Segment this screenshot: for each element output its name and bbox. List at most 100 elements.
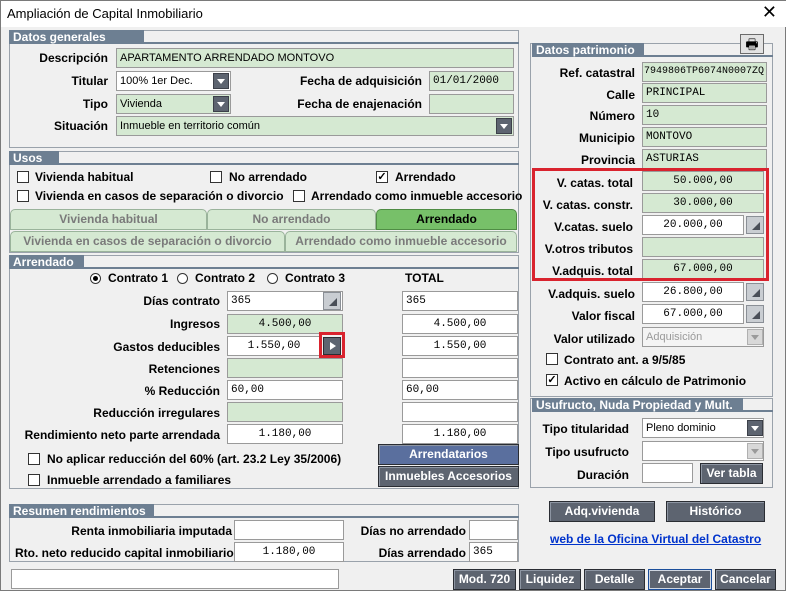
arrendatarios-button[interactable]: Arrendatarios	[378, 444, 519, 465]
window-title: Ampliación de Capital Inmobiliario	[7, 6, 203, 21]
ref-catastral-field[interactable]: 7949806TP6074N0007ZQ	[642, 62, 767, 82]
historico-button[interactable]: Histórico	[666, 501, 765, 522]
dias-no-arrendado-label: Días no arrendado	[360, 524, 466, 538]
detalle-button[interactable]: Detalle	[584, 569, 645, 590]
printer-icon[interactable]: 🖶	[740, 34, 764, 54]
dias-no-arrendado-field	[469, 520, 518, 540]
reduccion-total: 60,00	[402, 380, 518, 400]
vivienda-habitual-checkbox[interactable]	[17, 171, 29, 183]
contrato2-label: Contrato 2	[195, 271, 255, 285]
calc-icon[interactable]	[746, 283, 764, 301]
tab-vivienda-habitual[interactable]: Vivienda habitual	[10, 209, 207, 230]
liquidez-button[interactable]: Liquidez	[519, 569, 581, 590]
close-icon[interactable]: ✕	[762, 2, 777, 23]
no-aplicar-reduccion-checkbox[interactable]	[28, 453, 40, 465]
valor-fiscal-field[interactable]: 67.000,00	[642, 304, 744, 324]
datos-generales-header: Datos generales	[9, 30, 144, 44]
valor-fiscal-label: Valor fiscal	[571, 309, 635, 323]
ingresos-field[interactable]: 4.500,00	[227, 314, 343, 334]
mod720-button[interactable]: Mod. 720	[453, 569, 516, 590]
chevron-down-icon[interactable]	[747, 443, 763, 459]
activo-patrimonio-checkbox[interactable]: ✓	[546, 374, 558, 386]
header-line	[154, 516, 519, 518]
gastos-deducibles-total: 1.550,00	[402, 336, 518, 356]
calle-field[interactable]: PRINCIPAL	[642, 83, 767, 103]
calc-icon[interactable]	[323, 292, 341, 310]
tab-arrendado-accesorio[interactable]: Arrendado como inmueble accesorio	[285, 231, 517, 252]
rendimiento-neto-label: Rendimiento neto parte arrendada	[24, 428, 220, 442]
retenciones-label: Retenciones	[148, 362, 220, 376]
reduccion-field[interactable]: 60,00	[227, 380, 343, 400]
fecha-adquisicion-field[interactable]: 01/01/2000	[429, 71, 514, 91]
reduccion-label: % Reducción	[144, 384, 220, 398]
retenciones-field[interactable]	[227, 358, 343, 378]
inmueble-familiares-checkbox[interactable]	[28, 474, 40, 486]
contrato1-radio[interactable]	[90, 273, 101, 284]
descripcion-field[interactable]: APARTAMENTO ARRENDADO MONTOVO	[116, 48, 514, 68]
aceptar-button[interactable]: Aceptar	[648, 569, 712, 590]
reduccion-irregulares-field[interactable]	[227, 402, 343, 422]
total-label: TOTAL	[405, 271, 444, 285]
situacion-select[interactable]: Inmueble en territorio común	[116, 116, 514, 136]
fecha-adquisicion-label: Fecha de adquisición	[299, 74, 422, 88]
status-field	[11, 569, 339, 589]
rendimiento-neto-total: 1.180,00	[402, 424, 518, 444]
situacion-label: Situación	[53, 119, 108, 133]
no-arrendado-check-label: No arrendado	[229, 170, 308, 184]
valor-utilizado-select[interactable]: Adquisición	[642, 327, 764, 347]
fecha-enajenacion-label: Fecha de enajenación	[297, 97, 422, 111]
fecha-enajenacion-field[interactable]	[429, 94, 514, 114]
chevron-down-icon[interactable]	[213, 96, 229, 112]
no-arrendado-checkbox[interactable]	[210, 171, 222, 183]
calc-icon[interactable]	[746, 305, 764, 323]
cancelar-button[interactable]: Cancelar	[715, 569, 776, 590]
dias-arrendado-label: Días arrendado	[378, 546, 466, 560]
tipo-usufructo-label: Tipo usufructo	[545, 445, 629, 459]
ver-tabla-button[interactable]: Ver tabla	[700, 463, 763, 484]
contrato-ant-checkbox[interactable]	[546, 353, 558, 365]
header-line	[743, 410, 773, 412]
contrato-ant-label: Contrato ant. a 9/5/85	[564, 353, 686, 367]
reduccion-irregulares-total	[402, 402, 518, 422]
title-bar: Ampliación de Capital Inmobiliario ✕	[1, 1, 786, 27]
municipio-label: Municipio	[579, 131, 635, 145]
contrato3-label: Contrato 3	[285, 271, 345, 285]
chevron-down-icon[interactable]	[747, 329, 763, 345]
ingresos-total: 4.500,00	[402, 314, 518, 334]
arrendado-accesorio-checkbox[interactable]	[293, 190, 305, 202]
separacion-divorcio-checkbox[interactable]	[17, 190, 29, 202]
numero-field[interactable]: 10	[642, 105, 767, 125]
contrato3-radio[interactable]	[267, 273, 278, 284]
chevron-down-icon[interactable]	[496, 118, 512, 134]
adq-vivienda-button[interactable]: Adq.vivienda	[549, 501, 655, 522]
tipo-usufructo-select[interactable]	[642, 441, 764, 461]
duracion-field[interactable]	[642, 463, 693, 483]
rto-neto-label: Rto. neto reducido capital inmobiliario	[15, 546, 234, 560]
chevron-down-icon[interactable]	[213, 73, 229, 89]
renta-imputada-field	[234, 520, 344, 540]
dias-contrato-total: 365	[402, 291, 518, 311]
calle-label: Calle	[606, 88, 635, 102]
highlight-box	[319, 332, 345, 358]
tipo-titularidad-select[interactable]: Pleno dominio	[642, 418, 764, 438]
catastro-link[interactable]: web de la Oficina Virtual del Catastro	[550, 532, 761, 546]
resumen-header: Resumen rendimientos	[9, 504, 154, 518]
tab-no-arrendado[interactable]: No arrendado	[207, 209, 376, 230]
header-line	[59, 163, 519, 165]
descripcion-label: Descripción	[39, 51, 108, 65]
retenciones-total	[402, 358, 518, 378]
tab-separacion-divorcio[interactable]: Vivienda en casos de separación o divorc…	[10, 231, 285, 252]
gastos-deducibles-field[interactable]: 1.550,00	[227, 336, 321, 356]
municipio-field[interactable]: MONTOVO	[642, 127, 767, 147]
tab-arrendado[interactable]: Arrendado	[376, 209, 517, 230]
vadquis-suelo-field[interactable]: 26.800,00	[642, 282, 744, 302]
provincia-field[interactable]: ASTURIAS	[642, 149, 767, 169]
usufructo-header: Usufructo, Nuda Propiedad y Mult.	[532, 398, 743, 412]
chevron-down-icon[interactable]	[747, 420, 763, 436]
arrendado-checkbox[interactable]: ✓	[376, 171, 388, 183]
contrato2-radio[interactable]	[177, 273, 188, 284]
reduccion-irregulares-label: Reducción irregulares	[93, 406, 220, 420]
inmuebles-accesorios-button[interactable]: Inmuebles Accesorios	[378, 466, 519, 487]
separacion-divorcio-check-label: Vivienda en casos de separación o divorc…	[35, 189, 284, 203]
inmueble-familiares-label: Inmueble arrendado a familiares	[47, 473, 232, 487]
